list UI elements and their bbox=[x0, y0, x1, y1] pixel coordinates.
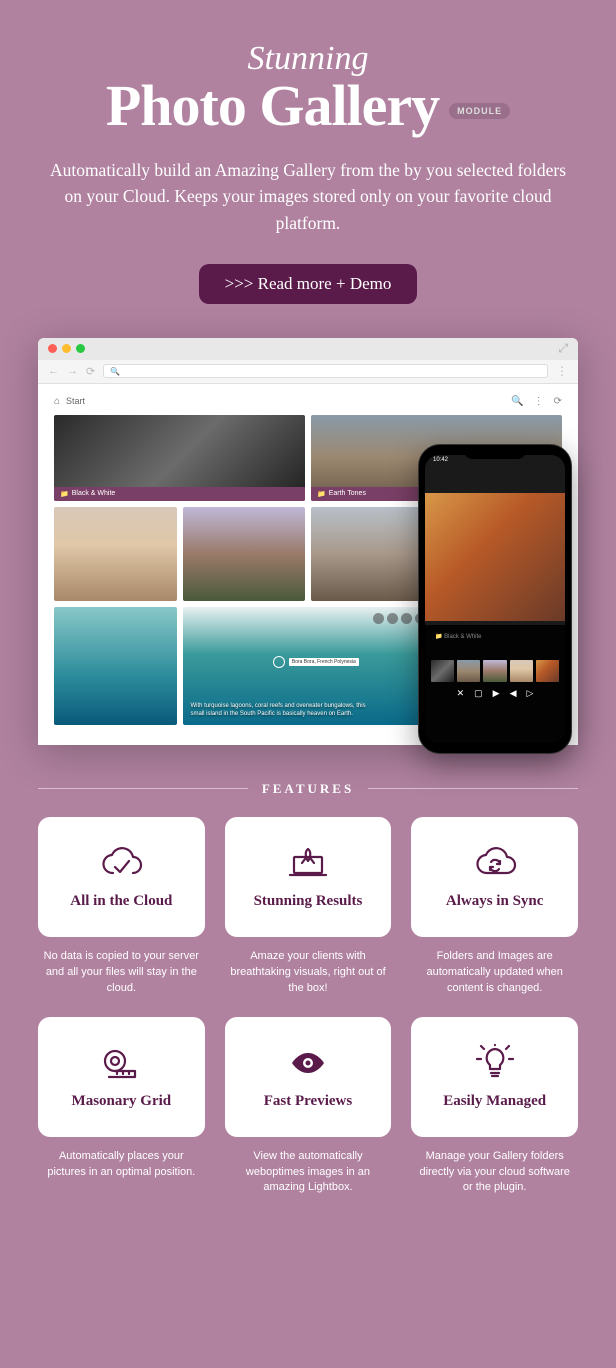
feature-title: All in the Cloud bbox=[70, 893, 172, 910]
thumbnail bbox=[536, 660, 559, 682]
folder-icon: 📁 bbox=[317, 490, 326, 498]
gallery-tile bbox=[54, 607, 177, 725]
feature-desc: No data is copied to your server and all… bbox=[38, 949, 205, 997]
close-icon: ✕ bbox=[457, 688, 465, 699]
feature-title: Stunning Results bbox=[254, 893, 363, 910]
feature-managed: Easily Managed Manage your Gallery folde… bbox=[411, 1017, 578, 1197]
play-icon: ▶ bbox=[493, 688, 500, 699]
gallery-tile: 📁 Black & White bbox=[54, 415, 305, 501]
gallery-tile bbox=[311, 507, 434, 601]
thumbnail bbox=[510, 660, 533, 682]
caption-line: With turquoise lagoons, coral reefs and … bbox=[191, 703, 366, 711]
pin-icon bbox=[273, 656, 285, 668]
search-icon: 🔍 bbox=[511, 396, 523, 407]
url-bar: 🔍 bbox=[103, 364, 548, 378]
folder-icon: 📁 bbox=[60, 490, 69, 498]
feature-title: Fast Previews bbox=[264, 1093, 352, 1110]
control-icon bbox=[401, 613, 412, 624]
prev-icon: ◀ bbox=[510, 688, 517, 699]
phone-gallery-label: 📁 Black & White bbox=[435, 633, 559, 640]
next-icon: ▷ bbox=[526, 688, 533, 699]
read-more-button[interactable]: >>> Read more + Demo bbox=[199, 264, 418, 304]
cloud-sync-icon bbox=[471, 843, 519, 883]
home-icon: ⌂ bbox=[54, 396, 60, 407]
laptop-rocket-icon bbox=[284, 843, 332, 883]
tile-label: Black & White bbox=[72, 490, 116, 497]
measure-tape-icon bbox=[97, 1043, 145, 1083]
features-heading: FEATURES bbox=[262, 781, 354, 797]
maximize-dot bbox=[76, 344, 85, 353]
thumbnail bbox=[457, 660, 480, 682]
phone-mockup: 10:42 📁 Black & White ✕ bbox=[418, 444, 572, 754]
refresh-icon: ⟳ bbox=[554, 396, 562, 407]
search-icon: 🔍 bbox=[110, 367, 120, 376]
phone-notch bbox=[463, 445, 527, 459]
control-icon bbox=[373, 613, 384, 624]
forward-icon: → bbox=[67, 365, 78, 377]
eye-icon bbox=[284, 1043, 332, 1083]
stop-icon: ▢ bbox=[474, 688, 483, 699]
menu-icon: ⋮ bbox=[556, 364, 568, 379]
control-icon bbox=[387, 613, 398, 624]
tile-label: Earth Tones bbox=[329, 490, 366, 497]
reload-icon: ⟳ bbox=[86, 365, 95, 378]
location-pin: Bora Bora, French Polynesia bbox=[273, 656, 359, 668]
expand-icon: ⤢ bbox=[558, 341, 568, 356]
feature-results: Stunning Results Amaze your clients with… bbox=[225, 817, 392, 997]
feature-sync: Always in Sync Folders and Images are au… bbox=[411, 817, 578, 997]
minimize-dot bbox=[62, 344, 71, 353]
feature-desc: Automatically places your pictures in an… bbox=[38, 1149, 205, 1181]
window-titlebar: ⤢ bbox=[38, 338, 578, 360]
feature-preview: Fast Previews View the automatically web… bbox=[225, 1017, 392, 1197]
close-dot bbox=[48, 344, 57, 353]
kebab-icon: ⋮ bbox=[534, 396, 544, 407]
module-badge: MODULE bbox=[449, 103, 510, 119]
gallery-tile bbox=[183, 507, 306, 601]
divider bbox=[38, 788, 248, 789]
feature-desc: View the automatically weboptimes images… bbox=[225, 1149, 392, 1197]
thumbnail bbox=[431, 660, 454, 682]
cloud-check-icon bbox=[97, 843, 145, 883]
phone-hero-image bbox=[425, 493, 565, 621]
image-caption: With turquoise lagoons, coral reefs and … bbox=[191, 703, 366, 719]
feature-title: Masonary Grid bbox=[72, 1093, 172, 1110]
feature-desc: Folders and Images are automatically upd… bbox=[411, 949, 578, 997]
phone-label-text: Black & White bbox=[444, 634, 481, 640]
gallery-tile bbox=[54, 507, 177, 601]
feature-cloud: All in the Cloud No data is copied to yo… bbox=[38, 817, 205, 997]
subtitle: Automatically build an Amazing Gallery f… bbox=[48, 157, 568, 236]
thumbnail bbox=[483, 660, 506, 682]
feature-desc: Amaze your clients with breathtaking vis… bbox=[225, 949, 392, 997]
caption-line: small island in the South Pacific is bas… bbox=[191, 711, 366, 719]
page-title: Photo Gallery bbox=[106, 72, 439, 139]
feature-title: Easily Managed bbox=[443, 1093, 546, 1110]
phone-time: 10:42 bbox=[433, 457, 448, 463]
folder-icon: 📁 bbox=[435, 634, 442, 640]
pin-label: Bora Bora, French Polynesia bbox=[289, 658, 359, 666]
gallery-tile-featured: Bora Bora, French Polynesia With turquoi… bbox=[183, 607, 434, 725]
browser-toolbar: ← → ⟳ 🔍 ⋮ bbox=[38, 360, 578, 384]
browser-mockup: ⤢ ← → ⟳ 🔍 ⋮ ⌂ Start 🔍 bbox=[38, 338, 578, 745]
lightbulb-idea-icon bbox=[471, 1043, 519, 1083]
feature-title: Always in Sync bbox=[446, 893, 544, 910]
feature-grid: Masonary Grid Automatically places your … bbox=[38, 1017, 205, 1197]
feature-desc: Manage your Gallery folders directly via… bbox=[411, 1149, 578, 1197]
divider bbox=[368, 788, 578, 789]
back-icon: ← bbox=[48, 365, 59, 377]
breadcrumb-start: Start bbox=[66, 396, 85, 406]
